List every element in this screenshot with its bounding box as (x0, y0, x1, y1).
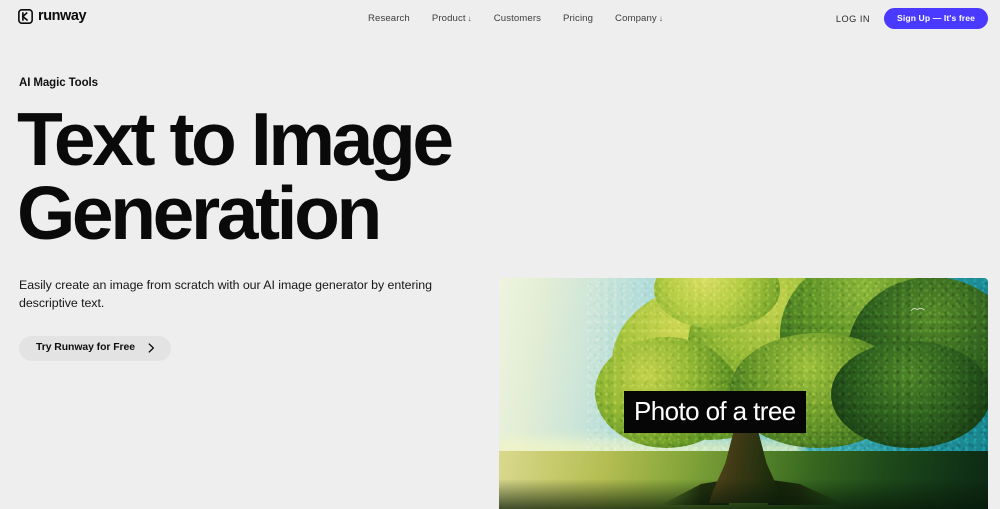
page-title: Text to Image Generation (17, 97, 454, 255)
nav-item-pricing[interactable]: Pricing (563, 13, 593, 24)
nav-item-product-label: Product (431, 13, 466, 24)
image-ground-shadow (499, 479, 988, 509)
runway-logo[interactable]: runway (18, 8, 87, 25)
site-header: runway Research Product ↓ Customers Pric… (0, 0, 1000, 37)
chevron-down-icon: ↓ (467, 13, 472, 23)
try-runway-button[interactable]: Try Runway for Free (19, 336, 171, 362)
nav-item-pricing-label: Pricing (563, 13, 594, 24)
bird-icon (910, 307, 925, 311)
login-link[interactable]: LOG IN (836, 14, 870, 24)
chevron-down-icon: ↓ (658, 13, 663, 23)
nav-item-customers[interactable]: Customers (494, 13, 541, 24)
chevron-right-icon (148, 343, 154, 353)
landing-page: runway Research Product ↓ Customers Pric… (0, 0, 1000, 509)
hero-image: Photo of a tree (499, 278, 988, 509)
nav-item-product[interactable]: Product ↓ (432, 13, 472, 24)
nav-item-company-label: Company (615, 13, 657, 24)
page-eyebrow: AI Magic Tools (19, 77, 98, 89)
signup-button[interactable]: Sign Up — It's free (884, 8, 988, 29)
hero-description: Easily create an image from scratch with… (19, 278, 432, 310)
nav-item-research-label: Research (368, 13, 410, 24)
try-runway-button-label: Try Runway for Free (36, 342, 135, 353)
nav-item-company[interactable]: Company ↓ (615, 13, 663, 24)
image-caption: Photo of a tree (624, 391, 806, 433)
header-actions: LOG IN Sign Up — It's free (836, 0, 988, 37)
nav-item-research[interactable]: Research (368, 13, 410, 24)
runway-logo-text: runway (38, 8, 87, 25)
runway-logo-mark-icon (18, 9, 33, 24)
nav-item-customers-label: Customers (493, 13, 542, 24)
main-nav: Research Product ↓ Customers Pricing Com… (368, 0, 663, 37)
